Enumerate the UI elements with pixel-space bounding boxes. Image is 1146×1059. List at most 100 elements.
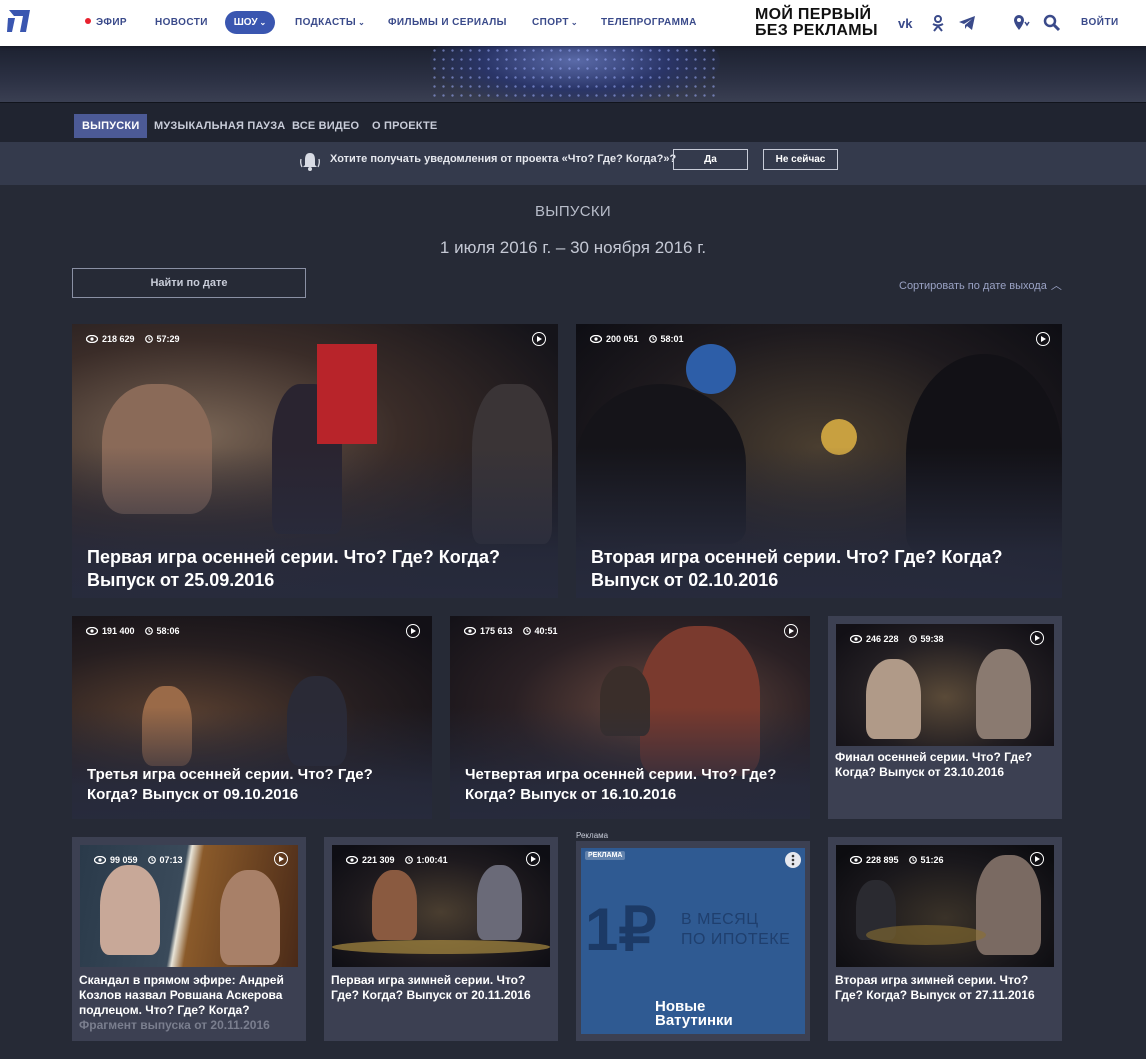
play-icon[interactable] [532, 332, 546, 346]
login-link[interactable]: ВОЙТИ [1081, 17, 1119, 28]
thumbnail-figure [686, 344, 736, 394]
view-count: 228 895 [866, 855, 899, 865]
episode-title[interactable]: Вторая игра зимней серии. Что? Где? Когд… [835, 973, 1057, 1003]
play-icon[interactable] [274, 852, 288, 866]
duration: 58:01 [660, 334, 684, 344]
episode-card[interactable]: 221 309 1:00:41 Первая игра зимней серии… [324, 837, 558, 1041]
chevron-down-icon: ⌄ [259, 18, 267, 27]
play-icon[interactable] [526, 852, 540, 866]
nav-films[interactable]: ФИЛЬМЫ И СЕРИАЛЫ [388, 17, 507, 28]
ad-text: В МЕСЯЦ ПО ИПОТЕКЕ [681, 911, 791, 948]
episode-title[interactable]: Вторая игра осенней серии. Что? Где? Ког… [591, 546, 1051, 592]
ad-label: Реклама [576, 831, 609, 840]
sort-control[interactable]: Сортировать по дате выхода ︿ [899, 277, 1062, 293]
episode-title[interactable]: Третья игра осенней серии. Что? Где? Ког… [87, 765, 422, 805]
episode-subtitle: Фрагмент выпуска от 20.11.2016 [79, 1018, 270, 1032]
advertisement[interactable]: РЕКЛАМА 1₽ В МЕСЯЦ ПО ИПОТЕКЕ Новые Вату… [576, 841, 810, 1041]
duration: 40:51 [534, 626, 558, 636]
tab-episodes[interactable]: ВЫПУСКИ [74, 114, 148, 138]
ad-badge: РЕКЛАМА [585, 851, 626, 860]
project-subnav: ВЫПУСКИ МУЗЫКАЛЬНАЯ ПАУЗА ВСЕ ВИДЕО О ПР… [0, 102, 1146, 142]
play-icon[interactable] [1036, 332, 1050, 346]
episode-card[interactable]: 228 895 51:26 Вторая игра зимней серии. … [828, 837, 1062, 1041]
episode-title[interactable]: Первая игра осенней серии. Что? Где? Ког… [87, 546, 547, 592]
episode-title[interactable]: Скандал в прямом эфире: Андрей Козлов на… [79, 973, 301, 1033]
eye-icon [86, 627, 98, 635]
episode-card[interactable]: 175 613 40:51 Четвертая игра осенней сер… [450, 616, 810, 819]
duration: 59:38 [920, 634, 944, 644]
video-stats: 191 400 58:06 [86, 626, 180, 636]
play-icon[interactable] [406, 624, 420, 638]
play-icon[interactable] [1030, 852, 1044, 866]
view-count: 221 309 [362, 855, 395, 865]
episode-card[interactable]: 200 051 58:01 Вторая игра осенней серии.… [576, 324, 1062, 598]
ad-brand: Новые Ватутинки [655, 998, 733, 1029]
thumbnail-figure [976, 855, 1041, 955]
date-range: 1 июля 2016 г. – 30 ноября 2016 г. [439, 238, 707, 257]
live-dot-icon [85, 18, 91, 24]
thumbnail-figure [477, 865, 522, 940]
play-icon[interactable] [784, 624, 798, 638]
notify-yes-button[interactable]: Да [673, 149, 748, 170]
episode-card[interactable]: 218 629 57:29 Первая игра осенней серии.… [72, 324, 558, 598]
view-count: 99 059 [110, 855, 138, 865]
clock-icon [648, 335, 657, 343]
clock-icon [144, 335, 153, 343]
ad-price: 1₽ [585, 896, 657, 963]
episode-card[interactable]: 191 400 58:06 Третья игра осенней серии.… [72, 616, 432, 819]
episode-title[interactable]: Финал осенней серии. Что? Где? Когда? Вы… [835, 750, 1057, 780]
search-icon[interactable] [1043, 14, 1061, 32]
video-stats: 221 309 1:00:41 [346, 855, 448, 865]
clock-icon [522, 627, 531, 635]
video-stats: 228 895 51:26 [850, 855, 944, 865]
video-stats: 218 629 57:29 [86, 334, 180, 344]
duration: 58:06 [156, 626, 180, 636]
location-icon[interactable] [1012, 14, 1030, 32]
duration: 51:26 [920, 855, 944, 865]
video-stats: 200 051 58:01 [590, 334, 684, 344]
notification-prompt: Хотите получать уведомления от проекта «… [0, 142, 1146, 185]
eye-icon [850, 635, 862, 643]
eye-icon [94, 856, 106, 864]
more-dots [791, 854, 795, 866]
eye-icon [590, 335, 602, 343]
vk-icon[interactable]: vk [897, 14, 915, 32]
clock-icon [147, 856, 156, 864]
nav-shows[interactable]: ШОУ ⌄ [225, 11, 275, 34]
nav-sport[interactable]: СПОРТ ⌄ [532, 17, 578, 28]
more-icon[interactable] [785, 852, 801, 868]
nav-news[interactable]: НОВОСТИ [155, 17, 208, 28]
eye-icon [464, 627, 476, 635]
tab-music-pause[interactable]: МУЗЫКАЛЬНАЯ ПАУЗА [154, 114, 285, 138]
nav-tv-schedule[interactable]: ТЕЛЕПРОГРАММА [601, 17, 697, 28]
video-stats: 99 059 07:13 [94, 855, 183, 865]
ad-banner[interactable]: РЕКЛАМА 1₽ В МЕСЯЦ ПО ИПОТЕКЕ Новые Вату… [581, 848, 805, 1034]
episode-title[interactable]: Первая игра зимней серии. Что? Где? Когд… [331, 973, 553, 1003]
find-by-date-button[interactable]: Найти по дате [72, 268, 306, 298]
eye-icon [850, 856, 862, 864]
episode-card[interactable]: 246 228 59:38 Финал осенней серии. Что? … [828, 616, 1062, 819]
episode-title[interactable]: Четвертая игра осенней серии. Что? Где? … [465, 765, 800, 805]
project-banner [0, 46, 1146, 102]
channel-one-logo[interactable] [6, 6, 32, 36]
telegram-icon[interactable] [958, 14, 976, 32]
tab-about[interactable]: О ПРОЕКТЕ [372, 114, 437, 138]
thumbnail-figure [220, 870, 280, 965]
video-stats: 246 228 59:38 [850, 634, 944, 644]
odnoklassniki-icon[interactable] [929, 14, 947, 32]
notify-later-button[interactable]: Не сейчас [763, 149, 838, 170]
chevron-down-icon: ⌄ [570, 18, 578, 27]
duration: 1:00:41 [416, 855, 448, 865]
nav-podcasts[interactable]: ПОДКАСТЫ ⌄ [295, 17, 365, 28]
view-count: 218 629 [102, 334, 135, 344]
duration: 57:29 [156, 334, 180, 344]
episode-card[interactable]: 99 059 07:13 Скандал в прямом эфире: Анд… [72, 837, 306, 1041]
play-icon[interactable] [1030, 631, 1044, 645]
no-ads-promo[interactable]: МОЙ ПЕРВЫЙ БЕЗ РЕКЛАМЫ [755, 7, 878, 39]
view-count: 191 400 [102, 626, 135, 636]
nav-live[interactable]: ЭФИР [85, 17, 127, 28]
thumbnail-figure [866, 659, 921, 739]
tab-all-videos[interactable]: ВСЕ ВИДЕО [292, 114, 359, 138]
thumbnail-figure [100, 865, 160, 955]
notification-text: Хотите получать уведомления от проекта «… [330, 153, 677, 165]
